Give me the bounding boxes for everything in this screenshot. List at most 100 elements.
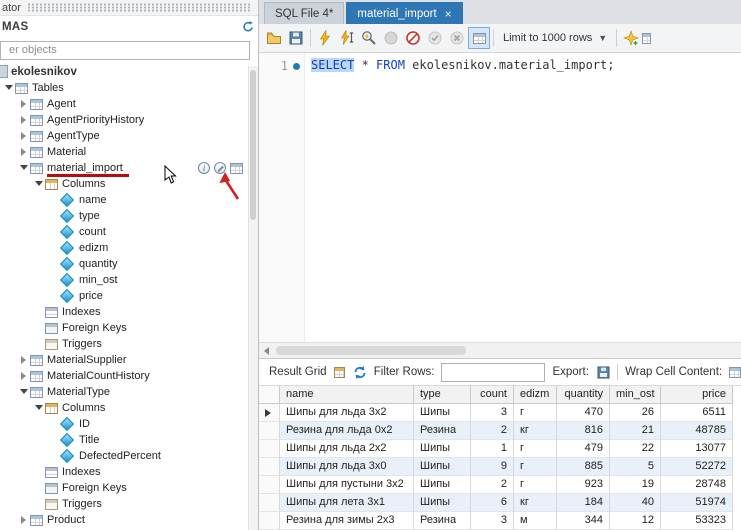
export-icon[interactable] [596, 365, 610, 380]
filter-objects-input[interactable] [0, 41, 250, 60]
cell-type[interactable]: Шипы [414, 458, 471, 476]
cell-count[interactable]: 3 [471, 404, 514, 422]
collapse-arrow-icon[interactable] [18, 161, 29, 175]
editor-hscrollbar[interactable] [259, 342, 741, 358]
cell-edizm[interactable]: г [514, 458, 557, 476]
tree-item-indexes[interactable]: Indexes [0, 464, 258, 480]
cell-price[interactable]: 52272 [661, 458, 733, 476]
table-row[interactable]: Резина для льда 0x2Резина2кг8162148785 [259, 422, 741, 440]
tree-item-product[interactable]: Product [0, 512, 258, 528]
sidebar-scrollbar[interactable] [248, 66, 258, 530]
row-selector[interactable] [259, 458, 280, 476]
column-header-price[interactable]: price [661, 386, 733, 404]
column-header-quantity[interactable]: quantity [557, 386, 610, 404]
table-row[interactable]: Шипы для льда 2x2Шипы1г4792213077 [259, 440, 741, 458]
row-selector[interactable] [259, 512, 280, 530]
expand-arrow-icon[interactable] [18, 113, 29, 127]
execute-current-button[interactable] [336, 27, 358, 49]
column-header-min_ost[interactable]: min_ost [610, 386, 661, 404]
cell-quantity[interactable]: 344 [557, 512, 610, 530]
table-data-icon[interactable] [230, 163, 243, 174]
tree-item-title[interactable]: Title [0, 432, 258, 448]
tree-item-edizm[interactable]: edizm [0, 240, 258, 256]
beautify-button[interactable] [620, 27, 642, 49]
limit-rows-dropdown[interactable]: Limit to 1000 rows ▼ [497, 32, 613, 44]
cell-type[interactable]: Шипы [414, 476, 471, 494]
cell-quantity[interactable]: 184 [557, 494, 610, 512]
column-header-name[interactable]: name [280, 386, 414, 404]
cell-count[interactable]: 2 [471, 476, 514, 494]
cell-count[interactable]: 1 [471, 440, 514, 458]
sql-code-line[interactable]: SELECT * FROM ekolesnikov.material_impor… [305, 53, 741, 342]
table-row[interactable]: Шипы для пустыни 3x2Шипы2г9231928748 [259, 476, 741, 494]
tree-item-type[interactable]: type [0, 208, 258, 224]
cell-quantity[interactable]: 816 [557, 422, 610, 440]
cell-quantity[interactable]: 470 [557, 404, 610, 422]
row-selector[interactable] [259, 440, 280, 458]
cell-name[interactable]: Шипы для льда 2x2 [280, 440, 414, 458]
row-selector[interactable] [259, 404, 280, 422]
cell-name[interactable]: Шипы для лета 3x1 [280, 494, 414, 512]
column-header-edizm[interactable]: edizm [514, 386, 557, 404]
cell-price[interactable]: 6511 [661, 404, 733, 422]
table-row[interactable]: Резина для зимы 2x3Резина3м3441253323 [259, 512, 741, 530]
result-grid-label[interactable]: Result Grid [269, 366, 327, 378]
cell-quantity[interactable]: 885 [557, 458, 610, 476]
expand-arrow-icon[interactable] [18, 145, 29, 159]
tree-item-price[interactable]: price [0, 288, 258, 304]
table-row[interactable]: Шипы для лета 3x1Шипы6кг1844051974 [259, 494, 741, 512]
row-selector[interactable] [259, 494, 280, 512]
explain-button[interactable] [358, 27, 380, 49]
tree-item-quantity[interactable]: quantity [0, 256, 258, 272]
tree-item-columns[interactable]: Columns [0, 400, 258, 416]
cell-price[interactable]: 48785 [661, 422, 733, 440]
cell-price[interactable]: 51974 [661, 494, 733, 512]
tree-item-materialtype[interactable]: MaterialType [0, 384, 258, 400]
close-tab-icon[interactable]: × [445, 8, 452, 20]
tree-item-foreign-keys[interactable]: Foreign Keys [0, 320, 258, 336]
tree-item-id[interactable]: ID [0, 416, 258, 432]
tree-item-materialcounthistory[interactable]: MaterialCountHistory [0, 368, 258, 384]
cell-name[interactable]: Шипы для льда 3x0 [280, 458, 414, 476]
cell-min_ost[interactable]: 12 [610, 512, 661, 530]
schema-row-ekolesnikov[interactable]: ekolesnikov [0, 63, 258, 80]
cell-name[interactable]: Резина для льда 0x2 [280, 422, 414, 440]
cell-type[interactable]: Резина [414, 512, 471, 530]
cell-price[interactable]: 28748 [661, 476, 733, 494]
row-selector[interactable] [259, 476, 280, 494]
expand-arrow-icon[interactable] [18, 129, 29, 143]
cell-min_ost[interactable]: 5 [610, 458, 661, 476]
cell-count[interactable]: 3 [471, 512, 514, 530]
toggle-stop-on-error-button[interactable] [402, 27, 424, 49]
filter-rows-input[interactable] [441, 363, 545, 382]
sql-editor[interactable]: 1 SELECT * FROM ekolesnikov.material_imp… [259, 53, 741, 342]
cell-min_ost[interactable]: 26 [610, 404, 661, 422]
cell-type[interactable]: Резина [414, 422, 471, 440]
collapse-arrow-icon[interactable] [33, 401, 44, 415]
cell-name[interactable]: Резина для зимы 2x3 [280, 512, 414, 530]
table-info-icon[interactable]: i [198, 162, 210, 174]
cell-type[interactable]: Шипы [414, 440, 471, 458]
tree-item-triggers[interactable]: Triggers [0, 496, 258, 512]
open-file-button[interactable] [263, 27, 285, 49]
cell-name[interactable]: Шипы для пустыни 3x2 [280, 476, 414, 494]
cell-min_ost[interactable]: 19 [610, 476, 661, 494]
cell-edizm[interactable]: кг [514, 422, 557, 440]
collapse-arrow-icon[interactable] [33, 177, 44, 191]
tree-item-name[interactable]: name [0, 192, 258, 208]
refresh-schemas-icon[interactable] [240, 20, 254, 34]
save-button[interactable] [285, 27, 307, 49]
toggle-autocommit-button[interactable] [468, 27, 490, 49]
cell-quantity[interactable]: 923 [557, 476, 610, 494]
cell-price[interactable]: 53323 [661, 512, 733, 530]
tab-material-import[interactable]: material_import × [346, 2, 462, 24]
cell-edizm[interactable]: г [514, 404, 557, 422]
cell-edizm[interactable]: г [514, 476, 557, 494]
toolbar-overflow-icon[interactable] [642, 27, 651, 49]
cell-min_ost[interactable]: 21 [610, 422, 661, 440]
tree-item-triggers[interactable]: Triggers [0, 336, 258, 352]
column-header-type[interactable]: type [414, 386, 471, 404]
tree-item-material[interactable]: Material [0, 144, 258, 160]
tree-item-agentpriorityhistory[interactable]: AgentPriorityHistory [0, 112, 258, 128]
table-row[interactable]: Шипы для льда 3x2Шипы3г470266511 [259, 404, 741, 422]
